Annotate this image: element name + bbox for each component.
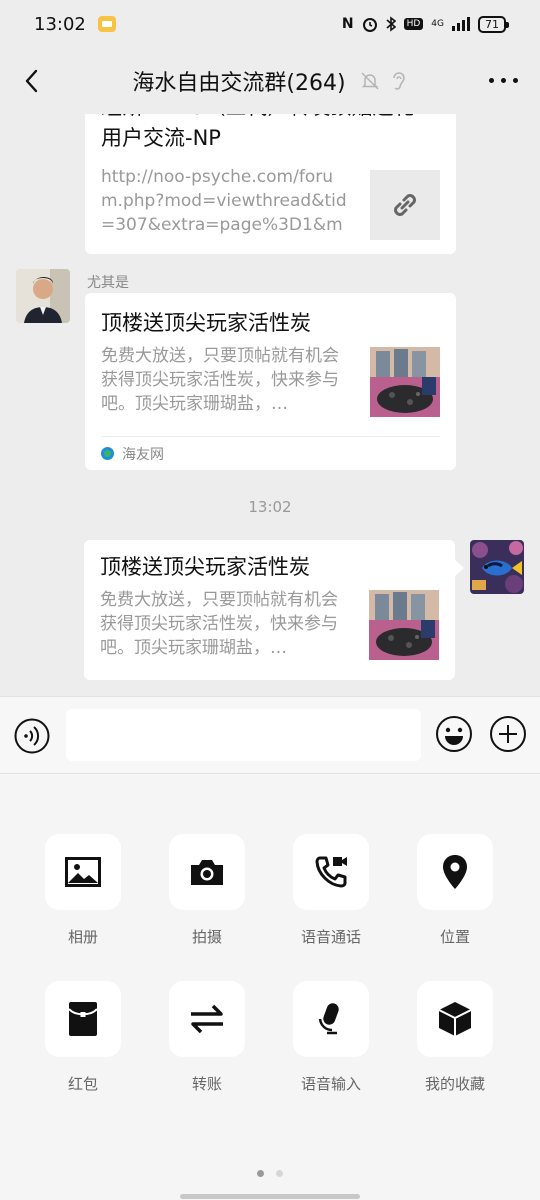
message-input[interactable] — [66, 709, 421, 761]
panel-label: 相册 — [67, 928, 98, 946]
link-card-url: http://noo-psyche.com/forum.php?mod=view… — [101, 167, 347, 235]
panel-label: 语音输入 — [300, 1075, 361, 1093]
location-pin-icon — [417, 834, 493, 910]
panel-item-camera[interactable]: 拍摄 — [152, 834, 262, 947]
microphone-icon — [293, 981, 369, 1057]
source-logo-icon — [101, 447, 114, 460]
status-icons: N HD 4G 71 — [341, 15, 509, 33]
status-bar: 13:02 N HD 4G 71 — [0, 0, 540, 48]
panel-label: 拍摄 — [191, 928, 222, 946]
hd-badge: HD — [403, 18, 424, 30]
source-name: 海友网 — [122, 446, 164, 463]
article-desc-sent: 免费大放送，只要顶帖就有机会获得顶尖玩家活性炭，快来参与吧。顶尖玩家珊瑚盐，… — [100, 590, 338, 658]
link-thumbnail — [370, 170, 440, 240]
plus-icon[interactable] — [489, 715, 527, 753]
ear-icon — [392, 72, 405, 90]
emoji-icon[interactable] — [435, 715, 473, 753]
alarm-icon — [362, 18, 377, 32]
panel-item-favorites[interactable]: 我的收藏 — [400, 981, 510, 1094]
sent-bubble-tail — [455, 560, 464, 576]
panel-label: 语音通话 — [300, 928, 361, 946]
cube-icon — [417, 981, 493, 1057]
article-card-sent[interactable]: 顶楼送顶尖玩家活性炭 免费大放送，只要顶帖就有机会获得顶尖玩家活性炭，快来参与吧… — [84, 540, 455, 680]
article-title: 顶楼送顶尖玩家活性炭 — [101, 311, 311, 335]
voice-toggle-icon[interactable] — [14, 718, 50, 754]
phone-video-icon — [293, 834, 369, 910]
panel-item-voice-call[interactable]: 语音通话 — [276, 834, 386, 947]
article-card-received[interactable]: 顶楼送顶尖玩家活性炭 免费大放送，只要顶帖就有机会获得顶尖玩家活性炭，快来参与吧… — [85, 293, 456, 470]
panel-item-album[interactable]: 相册 — [28, 834, 138, 947]
more-options-icon[interactable] — [489, 78, 518, 83]
panel-item-location[interactable]: 位置 — [400, 834, 510, 947]
panel-item-red-envelope[interactable]: 红包 — [28, 981, 138, 1094]
transfer-icon — [169, 981, 245, 1057]
page-indicator — [0, 1170, 540, 1177]
bell-muted-icon — [361, 72, 379, 90]
camera-icon — [169, 834, 245, 910]
article-desc: 免费大放送，只要顶帖就有机会获得顶尖玩家活性炭，快来参与吧。顶尖玩家珊瑚盐，… — [101, 346, 339, 414]
sender-name: 尤其是 — [87, 275, 129, 291]
home-indicator[interactable] — [180, 1194, 360, 1199]
chat-messages[interactable]: 纽斯K7 V3（三代）转发顶贴送礼 - 用户交流-NP http://noo-p… — [0, 114, 540, 696]
network-label: 4G — [431, 19, 444, 29]
chat-header: 海水自由交流群(264) — [0, 48, 540, 114]
message-timestamp: 13:02 — [248, 498, 292, 516]
panel-label: 红包 — [67, 1075, 98, 1093]
sender-avatar[interactable] — [16, 269, 70, 323]
link-chain-icon — [394, 194, 416, 216]
back-arrow-icon[interactable] — [18, 66, 48, 96]
panel-label: 位置 — [439, 928, 470, 946]
status-time: 13:02 — [34, 13, 86, 35]
article-thumbnail-sent — [369, 590, 439, 660]
article-thumbnail — [370, 347, 440, 417]
link-card-message[interactable]: 纽斯K7 V3（三代）转发顶贴送礼 - 用户交流-NP http://noo-p… — [85, 114, 456, 254]
panel-label: 我的收藏 — [424, 1075, 485, 1093]
bluetooth-icon — [386, 16, 396, 32]
nfc-icon: N — [341, 16, 354, 32]
panel-item-voice-input[interactable]: 语音输入 — [276, 981, 386, 1094]
panel-item-transfer[interactable]: 转账 — [152, 981, 262, 1094]
person-photo — [16, 269, 70, 323]
article-title-sent: 顶楼送顶尖玩家活性炭 — [100, 555, 310, 579]
red-envelope-icon — [45, 981, 121, 1057]
page-title: 海水自由交流群(264) — [132, 71, 346, 96]
battery-icon: 71 — [478, 15, 509, 33]
my-avatar[interactable] — [470, 540, 524, 594]
signal-icon — [452, 17, 470, 31]
article-source: 海友网 — [101, 436, 440, 470]
fish-photo — [470, 540, 524, 594]
notification-app-icon — [97, 16, 116, 32]
message-input-bar — [0, 696, 540, 774]
link-card-title: 纽斯K7 V3（三代）转发顶贴送礼 - 用户交流-NP — [101, 114, 429, 150]
image-icon — [45, 834, 121, 910]
panel-label: 转账 — [191, 1075, 222, 1093]
more-actions-panel: 相册 拍摄 语音通话 位置 红包 转账 语音输入 我的收藏 — [0, 774, 540, 1200]
